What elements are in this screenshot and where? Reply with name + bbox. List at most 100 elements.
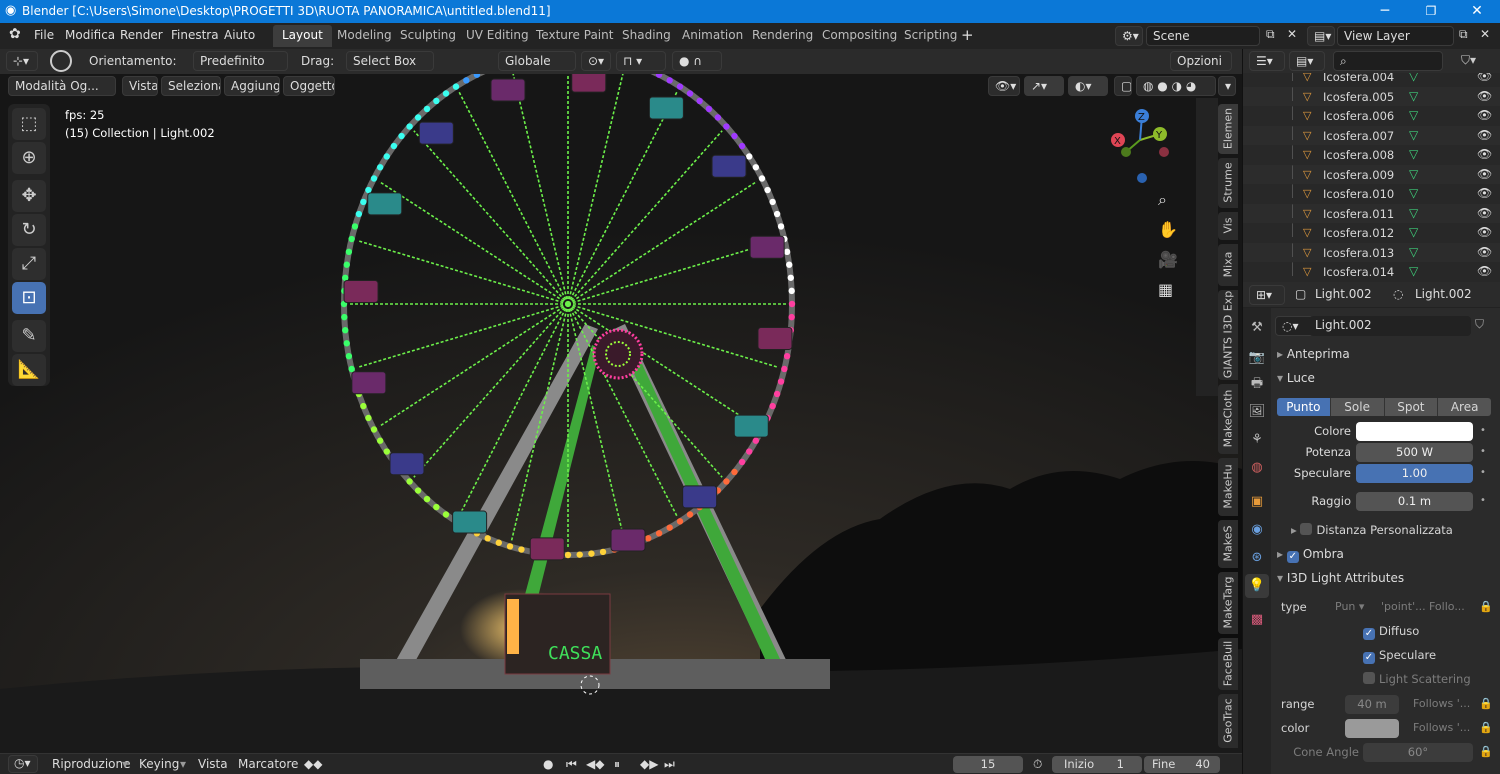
mesh-data-icon[interactable]: ▽ <box>1409 225 1418 239</box>
options-dropdown[interactable]: Opzioni <box>1170 51 1232 71</box>
tab-texture-paint[interactable]: Texture Paint <box>527 25 622 47</box>
menu-add[interactable]: Aggiungi <box>224 76 280 96</box>
specular-slider[interactable]: 1.00 <box>1356 464 1473 483</box>
sidebar-tab-geotrac[interactable]: GeoTrac <box>1218 694 1238 748</box>
transform-pivot-icon[interactable] <box>50 50 72 72</box>
visibility-eye-icon[interactable]: 👁 <box>1477 245 1492 259</box>
timeline-editor-icon[interactable]: ◷▾ <box>8 755 38 773</box>
visibility-eye-icon[interactable]: 👁 <box>1477 89 1492 103</box>
range-lock-icon[interactable]: 🔒 <box>1479 697 1493 710</box>
navigation-gizmo[interactable]: Y Z X <box>1100 104 1180 188</box>
scale-tool-icon[interactable]: ⤢ <box>12 248 46 280</box>
delete-scene-icon[interactable]: ✕ <box>1287 27 1297 41</box>
mesh-data-icon[interactable]: ▽ <box>1409 147 1418 161</box>
radius-field[interactable]: 0.1 m <box>1356 492 1473 511</box>
properties-editor-icon[interactable]: ⊞▾ <box>1249 285 1285 305</box>
menu-help[interactable]: Aiuto <box>224 28 255 42</box>
cone-angle-field[interactable]: 60° <box>1363 743 1473 762</box>
section-preview[interactable]: ▸ Anteprima <box>1277 347 1350 361</box>
mesh-data-icon[interactable]: ▽ <box>1409 128 1418 142</box>
sidebar-tab-mixa[interactable]: Mixa <box>1218 244 1238 286</box>
xray-icon[interactable]: ▢ <box>1114 76 1132 96</box>
mesh-data-icon[interactable]: ▽ <box>1409 73 1418 83</box>
outliner-row[interactable]: │ ▽ Icosfera.013 ▽ 👁 <box>1243 242 1500 262</box>
sidebar-tab-makes[interactable]: MakeS <box>1218 520 1238 568</box>
select-box-tool-icon[interactable]: ⬚ <box>12 108 46 140</box>
close-button[interactable]: ✕ <box>1454 0 1500 23</box>
next-keyframe-icon[interactable]: ◆▶ <box>640 757 658 771</box>
i3d-color-swatch[interactable] <box>1345 719 1399 738</box>
sidebar-tab-giants[interactable]: GIANTS I3D Exp <box>1218 290 1238 380</box>
visibility-eye-icon[interactable]: 👁 <box>1477 264 1492 278</box>
mesh-data-icon[interactable]: ▽ <box>1409 89 1418 103</box>
light-data-tab-icon[interactable]: 💡 <box>1245 574 1269 598</box>
camera-view-icon[interactable]: 🎥 <box>1158 250 1178 269</box>
delete-view-layer-icon[interactable]: ✕ <box>1480 27 1490 41</box>
mode-dropdown[interactable]: Modalità Og... <box>8 76 116 96</box>
scene-browse-icon[interactable]: ⚙▾ <box>1115 26 1143 46</box>
visibility-eye-icon[interactable]: 👁 <box>1477 206 1492 220</box>
cursor-tool-icon[interactable]: ⊕ <box>12 142 46 174</box>
world-tab-icon[interactable]: ◍ <box>1245 456 1269 480</box>
new-view-layer-icon[interactable]: ⧉ <box>1459 27 1468 42</box>
visibility-eye-icon[interactable]: 👁 <box>1477 167 1492 181</box>
display-mode-icon[interactable]: ▤▾ <box>1289 51 1325 71</box>
mesh-data-icon[interactable]: ▽ <box>1409 186 1418 200</box>
lock-icon[interactable]: 🔒 <box>1479 600 1493 613</box>
range-field[interactable]: 40 m <box>1345 695 1399 714</box>
outliner-row[interactable]: │ ▽ Icosfera.007 ▽ 👁 <box>1243 125 1500 145</box>
pause-icon[interactable]: ⏸ <box>614 757 620 772</box>
light-type-sun[interactable]: Sole <box>1329 398 1384 416</box>
move-tool-icon[interactable]: ✥ <box>12 180 46 212</box>
visibility-eye-icon[interactable]: 👁 <box>1477 73 1492 83</box>
visibility-eye-icon[interactable]: 👁 <box>1477 186 1492 200</box>
light-type-spot[interactable]: Spot <box>1383 398 1438 416</box>
render-tab-icon[interactable]: 📷 <box>1245 346 1269 370</box>
menu-marker[interactable]: Marcatore <box>238 757 298 771</box>
fake-user-icon[interactable]: ⛉ <box>1475 317 1484 332</box>
light-color-swatch[interactable] <box>1356 422 1473 441</box>
ortho-grid-icon[interactable]: ▦ <box>1158 280 1173 299</box>
annotate-tool-icon[interactable]: ✎ <box>12 320 46 352</box>
mesh-data-icon[interactable]: ▽ <box>1409 167 1418 181</box>
constraints-tab-icon[interactable]: ⊛ <box>1245 546 1269 570</box>
jump-end-icon[interactable]: ⏭ <box>664 757 675 772</box>
overlay-toggle-icon[interactable]: ◐▾ <box>1068 76 1108 96</box>
tab-scripting[interactable]: Scripting <box>895 25 966 47</box>
tab-animation[interactable]: Animation <box>673 25 752 47</box>
filter-icon[interactable]: ⛉▾ <box>1461 53 1476 68</box>
snap-icon[interactable]: ⊓ ▾ <box>616 51 666 71</box>
menu-window[interactable]: Finestra <box>171 28 219 42</box>
maximize-button[interactable]: ❐ <box>1408 0 1454 23</box>
outliner-row[interactable]: │ ▽ Icosfera.009 ▽ 👁 <box>1243 164 1500 184</box>
menu-timeline-view[interactable]: Vista <box>198 757 228 771</box>
mesh-data-icon[interactable]: ▽ <box>1409 108 1418 122</box>
scene-tab-icon[interactable]: ⚘ <box>1245 428 1269 452</box>
power-field[interactable]: 500 W <box>1356 443 1473 462</box>
menu-file[interactable]: File <box>34 28 54 42</box>
tab-layout[interactable]: Layout <box>273 25 332 47</box>
outliner-editor-icon[interactable]: ☰▾ <box>1249 51 1285 71</box>
light-type-point[interactable]: Punto <box>1277 398 1330 416</box>
gizmo-toggle-icon[interactable]: ↗▾ <box>1024 76 1064 96</box>
tool-tab-icon[interactable]: ⚒ <box>1245 316 1269 340</box>
mesh-data-icon[interactable]: ▽ <box>1409 206 1418 220</box>
tab-rendering[interactable]: Rendering <box>743 25 822 47</box>
scattering-checkbox[interactable]: Light Scattering <box>1363 672 1471 686</box>
shading-options-icon[interactable]: ▾ <box>1218 76 1236 96</box>
visibility-eye-icon[interactable]: 👁 <box>1477 225 1492 239</box>
current-frame-field[interactable]: 15 <box>953 756 1023 773</box>
light-datablock-field[interactable]: Light.002 <box>1309 316 1471 336</box>
sidebar-tab-makecloth[interactable]: MakeCloth <box>1218 384 1238 454</box>
outliner-row[interactable]: │ ▽ Icosfera.011 ▽ 👁 <box>1243 203 1500 223</box>
end-frame-field[interactable]: Fine 40 <box>1144 756 1220 773</box>
outliner-row[interactable]: │ ▽ Icosfera.008 ▽ 👁 <box>1243 145 1500 165</box>
color-lock-icon[interactable]: 🔒 <box>1479 721 1493 734</box>
physics-tab-icon[interactable]: ◉ <box>1245 518 1269 542</box>
view-layer-browse-icon[interactable]: ▤▾ <box>1307 26 1335 46</box>
menu-keying[interactable]: Keying <box>139 757 179 771</box>
outliner-search-input[interactable]: ⌕ <box>1333 51 1443 71</box>
3d-viewport[interactable]: CASSA <box>0 49 1242 753</box>
object-tab-icon[interactable]: ▣ <box>1245 490 1269 514</box>
blender-menu-icon[interactable]: ✿ <box>9 26 21 42</box>
